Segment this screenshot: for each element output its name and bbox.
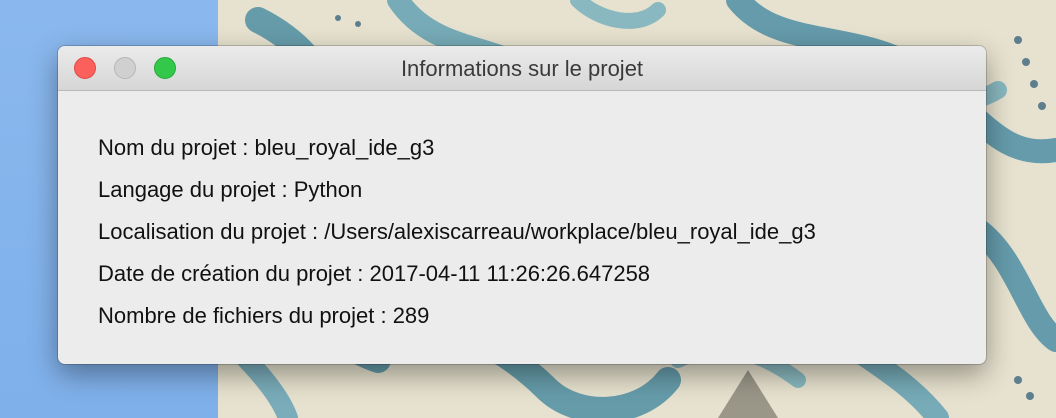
project-info-content: Nom du projet : bleu_royal_ide_g3 Langag… (58, 91, 986, 337)
project-created-line: Date de création du projet : 2017-04-11 … (98, 261, 651, 286)
project-name-line: Nom du projet : bleu_royal_ide_g3 (98, 135, 435, 160)
project-file-count-line: Nombre de fichiers du projet : 289 (98, 303, 430, 328)
project-location-line: Localisation du projet : /Users/alexisca… (98, 219, 816, 244)
window-title: Informations sur le projet (400, 56, 644, 81)
window-titlebar[interactable]: Informations sur le projet (58, 46, 986, 91)
project-language-line: Langage du projet : Python (98, 177, 363, 202)
project-info-window: Informations sur le projet Nom du projet… (58, 46, 986, 364)
